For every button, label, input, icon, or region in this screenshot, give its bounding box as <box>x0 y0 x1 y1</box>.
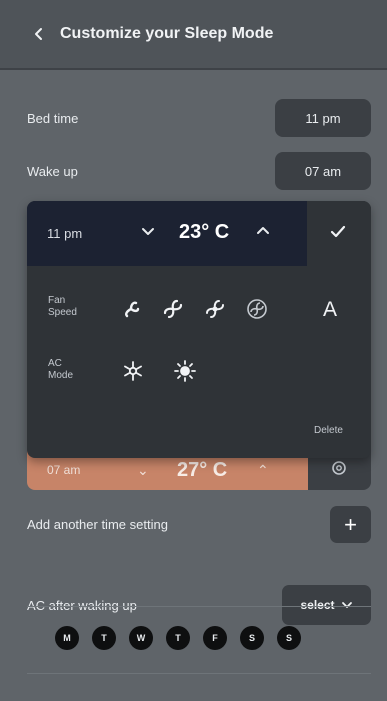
select-label: select <box>300 598 335 612</box>
wake-up-label: Wake up <box>27 163 78 179</box>
chevron-down-icon[interactable] <box>140 223 156 239</box>
back-icon[interactable] <box>32 27 46 41</box>
fan-medium-icon[interactable] <box>161 297 185 321</box>
time-setting-editor: 11 pm 23° C Fan Speed A AC Mode Delete <box>27 201 371 458</box>
divider <box>27 673 371 674</box>
add-time-label: Add another time setting <box>27 516 168 532</box>
add-time-button[interactable]: + <box>330 506 371 543</box>
day-saturday[interactable]: S <box>240 626 264 650</box>
ac-after-label: AC after waking up <box>27 597 137 613</box>
editor-time[interactable]: 11 pm <box>47 226 82 241</box>
ac-after-select[interactable]: select <box>282 585 371 625</box>
bed-time-picker[interactable]: 11 pm <box>275 99 371 137</box>
chevron-down-icon <box>341 602 352 608</box>
fan-high-icon[interactable] <box>203 297 227 321</box>
ac-mode-label: AC Mode <box>48 358 74 381</box>
fan-turbo-icon[interactable] <box>246 298 268 320</box>
gear-icon[interactable] <box>330 459 348 477</box>
page-title: Customize your Sleep Mode <box>60 25 274 42</box>
editor-header: 11 pm 23° C <box>27 201 307 266</box>
app-header: Customize your Sleep Mode <box>0 0 387 70</box>
day-friday[interactable]: F <box>203 626 227 650</box>
chevron-down-icon[interactable]: ⌄ <box>137 462 149 479</box>
snowflake-icon[interactable] <box>121 359 145 383</box>
chevron-up-icon[interactable] <box>255 223 271 239</box>
fan-low-icon[interactable] <box>119 297 143 321</box>
fan-auto-button[interactable]: A <box>323 298 337 322</box>
editor-temperature: 23° C <box>179 221 230 243</box>
chevron-up-icon[interactable]: ⌃ <box>257 462 269 479</box>
wake-up-row: Wake up 07 am <box>27 151 371 191</box>
confirm-area <box>307 201 371 266</box>
divider <box>27 606 371 607</box>
setting-temperature: 27° C <box>177 458 228 481</box>
bed-time-row: Bed time 11 pm <box>27 98 371 138</box>
day-tuesday[interactable]: T <box>92 626 116 650</box>
fan-speed-label: Fan Speed <box>48 295 77 318</box>
day-wednesday[interactable]: W <box>129 626 153 650</box>
wake-up-picker[interactable]: 07 am <box>275 152 371 190</box>
check-icon[interactable] <box>329 223 347 241</box>
day-selector: M T W T F S S <box>55 626 301 650</box>
bed-time-label: Bed time <box>27 110 79 126</box>
sun-icon[interactable] <box>173 359 197 383</box>
ac-after-row: AC after waking up <box>27 585 277 625</box>
add-time-row: Add another time setting <box>27 504 327 544</box>
day-sunday[interactable]: S <box>277 626 301 650</box>
setting-time: 07 am <box>47 463 81 477</box>
delete-button[interactable]: Delete <box>314 425 343 436</box>
day-monday[interactable]: M <box>55 626 79 650</box>
day-thursday[interactable]: T <box>166 626 190 650</box>
